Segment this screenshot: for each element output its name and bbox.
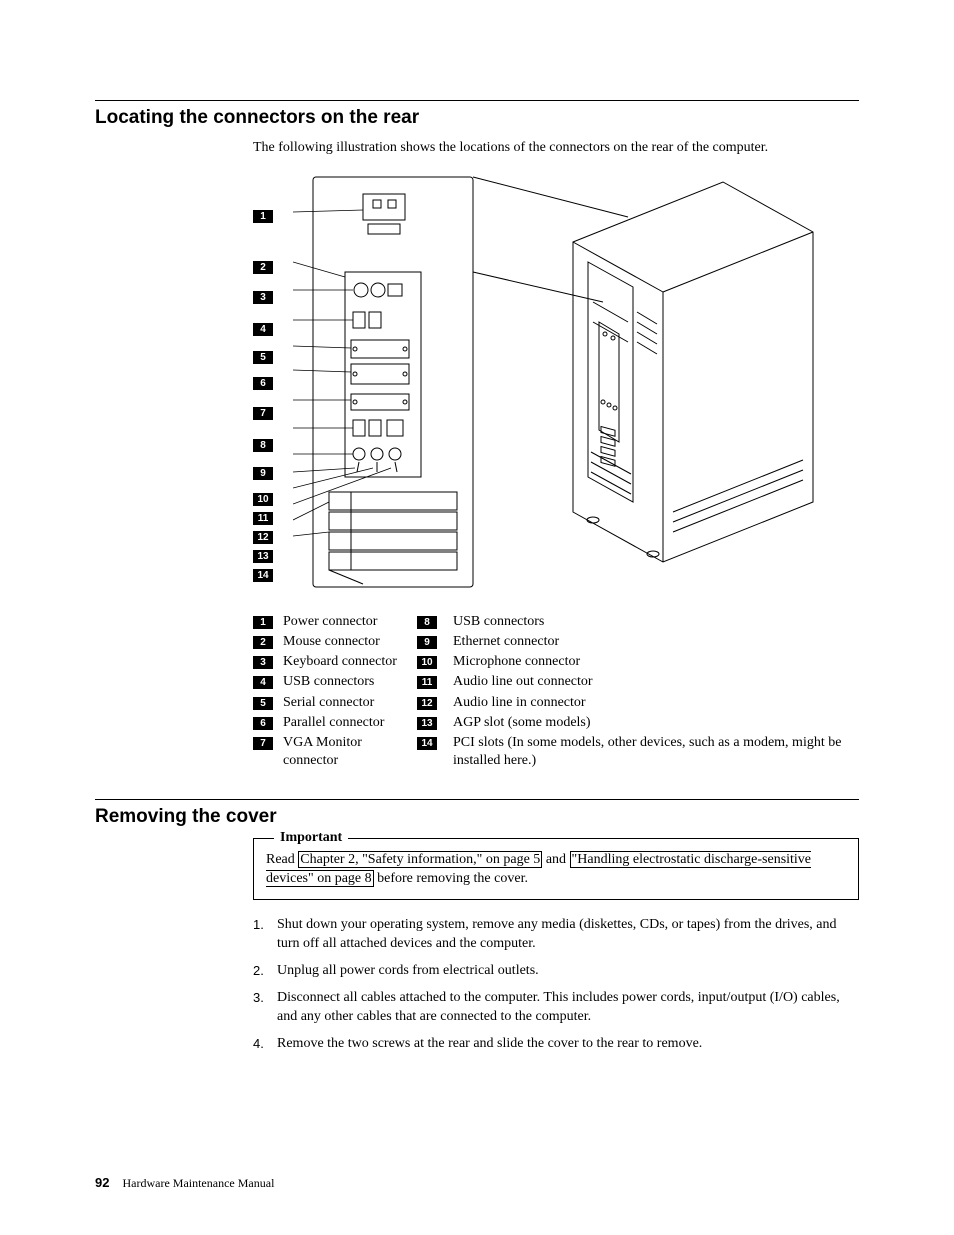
legend-badge: 2	[253, 636, 273, 649]
legend-badge: 11	[417, 676, 437, 689]
callout-7: 7	[253, 407, 273, 420]
important-text-mid: and	[542, 852, 569, 867]
legend-badge: 8	[417, 616, 437, 629]
important-text-post: before removing the cover.	[374, 871, 528, 886]
callout-9: 9	[253, 467, 273, 480]
legend-row: 4 USB connectors11 Audio line out connecto…	[253, 672, 859, 692]
legend-label: USB connectors	[283, 672, 417, 692]
callout-4: 4	[253, 323, 273, 336]
legend-badge: 7	[253, 737, 273, 750]
important-text-pre: Read	[266, 852, 298, 867]
callout-12: 12	[253, 531, 273, 544]
callout-6: 6	[253, 377, 273, 390]
legend-badge: 3	[253, 656, 273, 669]
legend-badge: 4	[253, 676, 273, 689]
callout-8: 8	[253, 439, 273, 452]
legend-label: Keyboard connector	[283, 652, 417, 672]
callout-10: 10	[253, 493, 273, 506]
legend-label: Parallel connector	[283, 713, 417, 733]
legend-row: 5 Serial connector12 Audio line in connect…	[253, 693, 859, 713]
legend-row: 1 Power connector8 USB connectors	[253, 612, 859, 632]
legend-badge: 14	[417, 737, 437, 750]
section-heading: Locating the connectors on the rear	[95, 107, 859, 129]
legend-label: Ethernet connector	[453, 632, 859, 652]
callout-11: 11	[253, 512, 273, 525]
section-heading-2: Removing the cover	[95, 806, 859, 828]
legend-label: VGA Monitor connector	[283, 733, 417, 771]
step-2: Unplug all power cords from electrical o…	[253, 962, 859, 981]
legend-row: 2 Mouse connector9 Ethernet connector	[253, 632, 859, 652]
legend-badge: 6	[253, 717, 273, 730]
legend-badge: 12	[417, 697, 437, 710]
book-title: Hardware Maintenance Manual	[122, 1176, 274, 1190]
rear-panel-illustration	[293, 172, 853, 592]
legend-label: Audio line in connector	[453, 693, 859, 713]
legend-row: 7 VGA Monitor connector14 PCI slots (In so…	[253, 733, 859, 771]
legend-badge: 10	[417, 656, 437, 669]
legend-label: AGP slot (some models)	[453, 713, 859, 733]
important-title: Important	[274, 829, 348, 848]
callout-13: 13	[253, 550, 273, 563]
legend-label: PCI slots (In some models, other devices…	[453, 733, 859, 771]
callout-14: 14	[253, 569, 273, 582]
legend-label: USB connectors	[453, 612, 859, 632]
legend-label: Microphone connector	[453, 652, 859, 672]
step-1: Shut down your operating system, remove …	[253, 916, 859, 954]
legend-badge: 5	[253, 697, 273, 710]
legend-row: 6 Parallel connector13 AGP slot (some mode…	[253, 713, 859, 733]
intro-paragraph: The following illustration shows the loc…	[253, 139, 859, 158]
legend-label: Mouse connector	[283, 632, 417, 652]
legend-label: Audio line out connector	[453, 672, 859, 692]
important-box: Important Read Chapter 2, "Safety inform…	[253, 838, 859, 900]
legend-row: 3 Keyboard connector10 Microphone connecto…	[253, 652, 859, 672]
removal-steps: Shut down your operating system, remove …	[253, 916, 859, 1053]
legend-badge: 1	[253, 616, 273, 629]
step-4: Remove the two screws at the rear and sl…	[253, 1035, 859, 1054]
callout-2: 2	[253, 261, 273, 274]
legend-label: Power connector	[283, 612, 417, 632]
page-number: 92	[95, 1175, 109, 1190]
legend-label: Serial connector	[283, 693, 417, 713]
legend-badge: 13	[417, 717, 437, 730]
page-footer: 92 Hardware Maintenance Manual	[95, 1175, 274, 1191]
callout-5: 5	[253, 351, 273, 364]
legend-badge: 9	[417, 636, 437, 649]
link-safety-chapter[interactable]: Chapter 2, "Safety information," on page…	[298, 851, 542, 868]
step-3: Disconnect all cables attached to the co…	[253, 989, 859, 1027]
callout-1: 1	[253, 210, 273, 223]
connector-legend: 1 Power connector8 USB connectors 2 Mouse co…	[253, 612, 859, 772]
connector-diagram: 1 2 3 4 5 6 7 8 9 10 11 12 13 14	[253, 172, 859, 602]
callout-3: 3	[253, 291, 273, 304]
